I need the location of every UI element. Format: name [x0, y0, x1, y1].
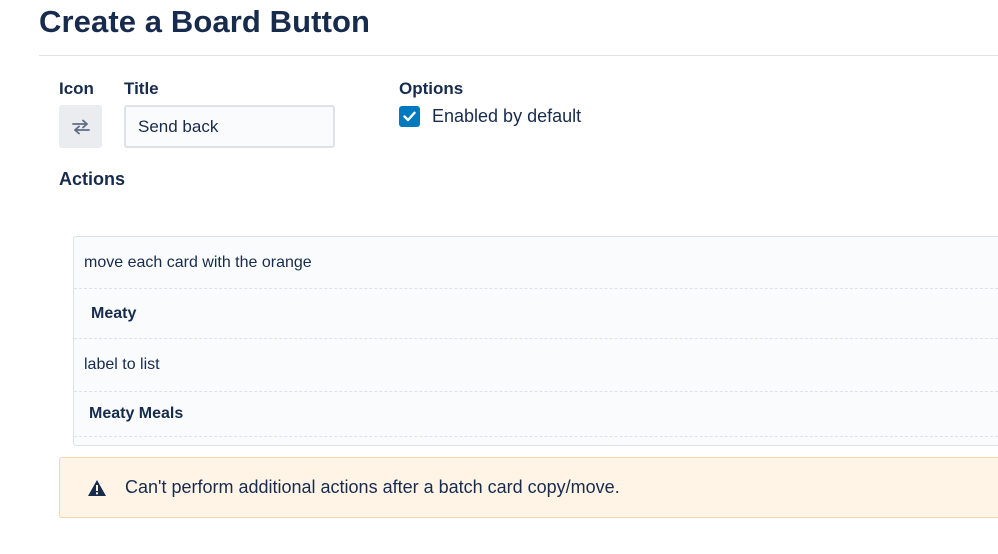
action-text: move each card with the orange — [84, 253, 312, 271]
title-divider — [39, 55, 998, 56]
action-row: Meaty — [74, 289, 998, 339]
checkmark-icon — [403, 111, 416, 122]
icon-picker-button[interactable] — [59, 105, 102, 148]
action-row: label to list — [74, 339, 998, 392]
board-button-page: Create a Board Button Icon Title Options… — [0, 0, 998, 554]
action-list-chip[interactable]: Meaty — [74, 305, 136, 323]
title-input[interactable] — [124, 105, 335, 148]
action-list-chip[interactable]: Meaty Meals — [74, 405, 183, 423]
action-row: Meaty Meals — [74, 392, 998, 437]
enabled-by-default-option[interactable]: Enabled by default — [399, 106, 581, 127]
action-row: move each card with the orange — [74, 237, 998, 289]
warning-text: Can't perform additional actions after a… — [125, 477, 620, 497]
options-label: Options — [399, 79, 464, 98]
page-title: Create a Board Button — [39, 4, 371, 39]
warning-banner: Can't perform additional actions after a… — [59, 457, 998, 518]
actions-list: move each card with the orange Meaty lab… — [73, 236, 998, 446]
enabled-checkbox[interactable] — [399, 106, 420, 127]
actions-heading: Actions — [59, 169, 126, 189]
warning-triangle-icon — [87, 479, 107, 497]
enabled-checkbox-label: Enabled by default — [432, 106, 582, 126]
swap-arrows-icon — [71, 119, 90, 134]
title-label: Title — [124, 79, 159, 98]
action-text: label to list — [84, 356, 160, 373]
icon-label: Icon — [59, 79, 94, 98]
